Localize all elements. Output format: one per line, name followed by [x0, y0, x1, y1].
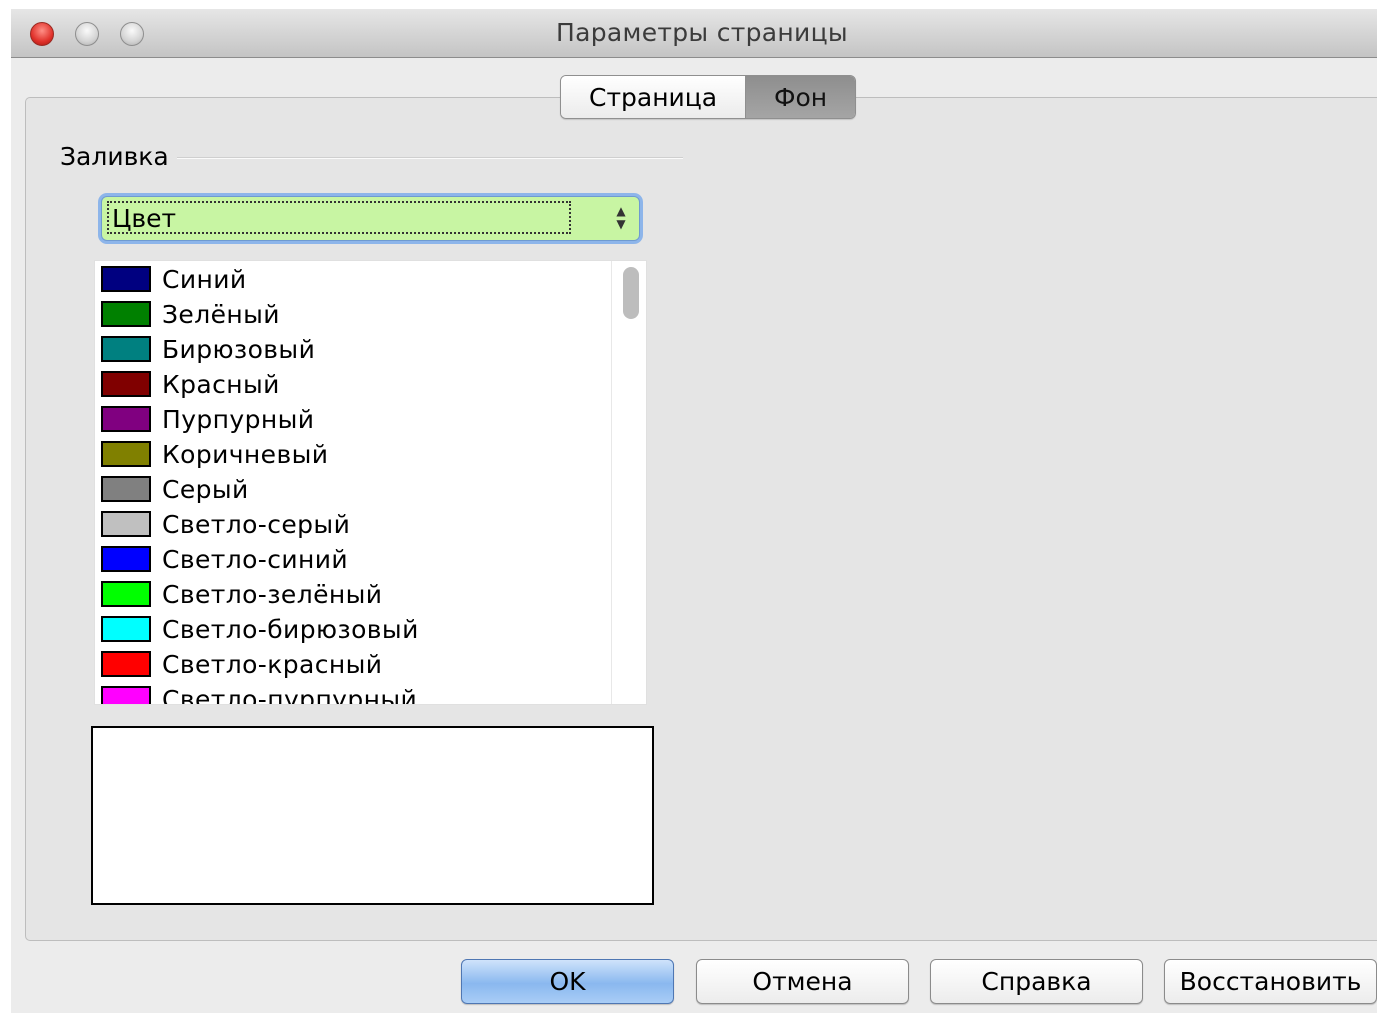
color-swatch [101, 686, 151, 704]
color-list[interactable]: Синий Зелёный Бирюзовый Красный Пурпурный Кор… [94, 260, 647, 705]
help-button[interactable]: Справка [930, 959, 1143, 1004]
color-swatch [101, 581, 151, 607]
color-swatch [101, 651, 151, 677]
color-swatch [101, 371, 151, 397]
color-swatch [101, 266, 151, 292]
reset-button[interactable]: Восстановить [1164, 959, 1377, 1004]
color-label: Синий [162, 265, 247, 294]
color-list-item[interactable]: Светло-синий [95, 542, 615, 577]
color-list-item[interactable]: Серый [95, 472, 615, 507]
ok-button[interactable]: OK [461, 959, 674, 1004]
color-swatch [101, 511, 151, 537]
color-label: Светло-бирюзовый [162, 615, 419, 644]
color-list-item[interactable]: Пурпурный [95, 402, 615, 437]
color-label: Пурпурный [162, 405, 315, 434]
color-swatch [101, 441, 151, 467]
color-list-item[interactable]: Светло-пурпурный [95, 682, 615, 705]
fill-section-label: Заливка [60, 142, 169, 171]
color-swatch [101, 616, 151, 642]
color-list-item[interactable]: Красный [95, 367, 615, 402]
fill-preview [91, 726, 654, 905]
section-divider [177, 157, 683, 159]
updown-arrows-icon: ▲ ▼ [616, 204, 626, 231]
color-label: Коричневый [162, 440, 329, 469]
color-label: Светло-синий [162, 545, 349, 574]
color-list-item[interactable]: Светло-бирюзовый [95, 612, 615, 647]
color-list-item[interactable]: Зелёный [95, 297, 615, 332]
tab-bar: Страница Фон [560, 75, 856, 119]
fill-type-value: Цвет [107, 201, 571, 234]
color-label: Светло-красный [162, 650, 383, 679]
color-list-item[interactable]: Светло-красный [95, 647, 615, 682]
scrollbar[interactable] [611, 261, 646, 704]
color-list-item[interactable]: Светло-серый [95, 507, 615, 542]
color-swatch [101, 301, 151, 327]
color-swatch [101, 546, 151, 572]
color-list-item[interactable]: Светло-зелёный [95, 577, 615, 612]
color-label: Светло-зелёный [162, 580, 383, 609]
tab-background[interactable]: Фон [746, 76, 855, 118]
color-label: Светло-пурпурный [162, 685, 418, 705]
color-label: Зелёный [162, 300, 280, 329]
color-label: Светло-серый [162, 510, 351, 539]
window-title: Параметры страницы [556, 18, 848, 47]
color-label: Бирюзовый [162, 335, 316, 364]
fill-type-select[interactable]: Цвет ▲ ▼ [101, 196, 640, 241]
color-label: Серый [162, 475, 249, 504]
color-label: Красный [162, 370, 280, 399]
scrollbar-thumb[interactable] [623, 267, 639, 319]
color-swatch [101, 476, 151, 502]
title-bar[interactable]: Параметры страницы [11, 9, 1377, 58]
color-swatch [101, 336, 151, 362]
color-list-item[interactable]: Бирюзовый [95, 332, 615, 367]
color-list-item[interactable]: Коричневый [95, 437, 615, 472]
tab-page[interactable]: Страница [561, 76, 747, 118]
cancel-button[interactable]: Отмена [696, 959, 909, 1004]
color-swatch [101, 406, 151, 432]
color-list-item[interactable]: Синий [95, 262, 615, 297]
page-setup-dialog: Параметры страницы Страница Фон Заливка … [11, 9, 1377, 1013]
